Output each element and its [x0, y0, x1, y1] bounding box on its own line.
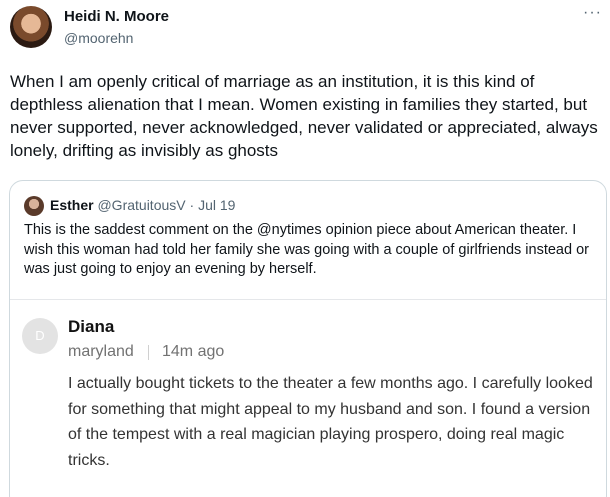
meta-separator: ·: [189, 197, 195, 213]
quoted-tweet-text: This is the saddest comment on the @nyti…: [24, 222, 589, 277]
tweet-text: When I am openly critical of marriage as…: [10, 72, 598, 160]
quoted-author-avatar: [24, 196, 44, 216]
comment-text: I actually bought tickets to the theater…: [68, 375, 593, 469]
commenter-location: maryland: [68, 343, 134, 360]
author-display-name[interactable]: Heidi N. Moore: [64, 8, 169, 25]
tweet: Heidi N. Moore @moorehn ··· When I am op…: [0, 0, 610, 497]
quoted-author-name: Esther: [50, 197, 94, 213]
comment-timestamp: 14m ago: [162, 343, 225, 360]
quoted-tweet-card[interactable]: Esther @GratuitousV · Jul 19 This is the…: [9, 180, 607, 497]
comment-meta-divider: [148, 345, 149, 360]
quoted-tweet-date: Jul 19: [198, 197, 236, 213]
quoted-tweet-header: Esther @GratuitousV · Jul 19: [50, 197, 235, 213]
commenter-name: Diana: [68, 317, 115, 336]
quoted-author-handle: @GratuitousV: [97, 197, 186, 213]
more-options-icon[interactable]: ···: [583, 4, 602, 22]
author-handle[interactable]: @moorehn: [64, 30, 133, 46]
commenter-avatar: D: [22, 318, 58, 354]
author-avatar[interactable]: [10, 6, 52, 48]
quoted-media-divider: [10, 299, 606, 300]
